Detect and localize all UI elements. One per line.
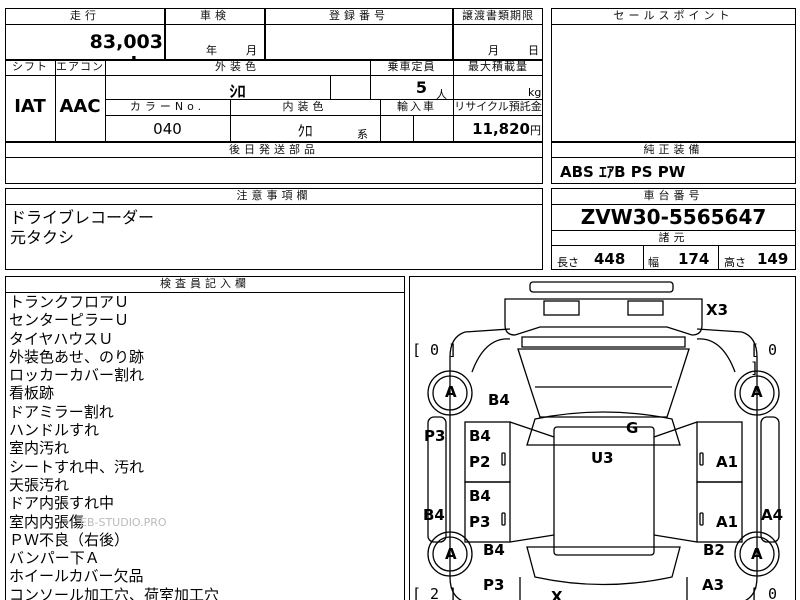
specs-header: 諸元 (658, 231, 689, 244)
width-label: 幅 (648, 256, 659, 269)
exterior-color-value: ｼﾛ (229, 82, 246, 101)
interior-color-suffix: 系 (357, 128, 368, 141)
inspector-line: ロッカーカバー割れ (9, 366, 145, 385)
later-parts-header: 後日発送部品 (229, 143, 319, 156)
inspector-line: シートすれ中、汚れ (9, 457, 145, 476)
damage-label-tire-fr: A (751, 383, 763, 401)
damage-label-p3-rear: P3 (483, 576, 505, 594)
max-load-header: 最大積載量 (468, 60, 528, 73)
car-outline-diagram (427, 281, 780, 600)
genuine-equipment-header: 純正装備 (643, 143, 704, 156)
registration-header: 登録番号 (329, 9, 389, 22)
recycle-header: リサイクル預託金 (454, 100, 542, 113)
interior-color-value: ｸﾛ (297, 122, 313, 140)
inspector-line: コンソール加工穴、荷室加工穴 (9, 585, 220, 600)
inspector-line: 天張汚れ (9, 475, 70, 494)
inspector-line: トランクフロアＵ (9, 293, 130, 311)
length-label: 長さ (557, 256, 579, 269)
transfer-header: 譲渡書類期限 (462, 9, 534, 22)
ac-value: AAC (59, 96, 101, 117)
inspector-line: ドア内張すれ中 (9, 494, 115, 513)
inspector-header: 検査員記入欄 (160, 277, 250, 290)
watermark-text: EB-STUDIO.PRO (80, 516, 167, 529)
height-value: 149 (757, 250, 789, 268)
height-label: 高さ (724, 256, 746, 269)
notes-line: ドライブレコーダー (10, 208, 155, 227)
genuine-equipment-value: ABS ｴｱB PS PW (560, 163, 686, 181)
bracket-right-bottom: [ 0 ] (750, 585, 778, 600)
bracket-left-top: [ 0 ] (412, 341, 458, 359)
chassis-header: 車台番号 (643, 189, 704, 202)
notes-header: 注意事項欄 (236, 189, 312, 202)
inspector-line: タイヤハウスＵ (9, 329, 114, 348)
inspector-line: 室内汚れ (9, 439, 70, 458)
inspector-line: 看板跡 (9, 384, 55, 403)
inspector-line: ハンドルすれ (9, 421, 100, 440)
inspector-line: ドアミラー割れ (9, 402, 114, 421)
shift-value: IAT (14, 96, 46, 117)
shift-header: シフト (12, 60, 48, 73)
damage-label-p3-left: P3 (424, 427, 446, 445)
damage-label-u3-cabin: U3 (591, 449, 614, 467)
damage-label-a1-door-rr: A1 (716, 513, 739, 531)
color-no-header: カラーNo. (129, 100, 206, 113)
damage-label-a3-rear: A3 (702, 576, 725, 594)
damage-label-b4-left-rocker: B4 (423, 506, 445, 524)
recycle-value: 11,820円 (472, 120, 541, 138)
notes-lines: ドライブレコーダー 元タクシ (10, 208, 154, 248)
damage-label-tire-fl: A (445, 383, 457, 401)
inspection-month-label: 月 (246, 44, 257, 57)
inspector-line: センターピラーＵ (9, 311, 130, 330)
bracket-right-top: [ 0 ] (750, 341, 778, 377)
inspector-line: 外装色あせ、のり跡 (9, 347, 145, 366)
exterior-color-header: 外装色 (215, 60, 260, 73)
length-value: 448 (594, 250, 626, 268)
notes-line: 元タクシ (10, 228, 75, 247)
capacity-header: 乗車定員 (387, 60, 436, 73)
sales-point-box (551, 8, 796, 142)
vehicle-diagram-box: X3 A A A A B4 P3 B4 P2 G U3 A1 B4 P3 A1 … (409, 276, 796, 600)
mileage-header: 走行 (70, 9, 100, 22)
inspector-line: ＰＷ不良（右後） (9, 530, 130, 549)
damage-label-b4-door-rl: B4 (469, 487, 491, 505)
damage-label-p2-door-fl: P2 (469, 453, 491, 471)
damage-label-b4-front: B4 (488, 391, 510, 409)
damage-label-g-windshield: G (626, 419, 639, 437)
damage-label-p3-door-rl: P3 (469, 513, 491, 531)
ac-header: エアコン (56, 60, 104, 73)
inspector-line: バンパー下Ａ (9, 549, 100, 568)
damage-label-b4-rear: B4 (483, 541, 505, 559)
damage-label-b4-door-fl: B4 (469, 427, 491, 445)
inspector-lines: トランクフロアＵ センターピラーＵ タイヤハウスＵ 外装色あせ、のり跡 ロッカー… (9, 293, 219, 600)
capacity-value: 5 (415, 78, 427, 97)
inspection-year-label: 年 (206, 44, 217, 57)
inspection-header: 車検 (200, 9, 230, 22)
bracket-left-bottom: [ 2 ] (412, 585, 458, 600)
width-value: 174 (678, 250, 710, 268)
damage-label-tire-rr: A (751, 545, 763, 563)
chassis-value: ZVW30-5565647 (580, 205, 767, 229)
damage-label-a1-door-fr: A1 (716, 453, 739, 471)
max-load-unit: kg (528, 86, 542, 99)
damage-label-x3: X3 (706, 301, 729, 319)
damage-label-tire-rl: A (445, 545, 457, 563)
damage-label-a4-right: A4 (761, 506, 784, 524)
color-no-value: 040 (153, 120, 182, 138)
interior-color-header: 内装色 (282, 100, 328, 113)
sales-point-header: セールスポイント (613, 9, 734, 22)
damage-label-b2-rear: B2 (703, 541, 725, 559)
import-header: 輸入車 (397, 100, 436, 113)
transfer-month-label: 月 (488, 44, 499, 57)
inspector-line: ホイールカバー欠品 (9, 567, 144, 586)
transfer-day-label: 日 (528, 44, 539, 57)
damage-label-x-rear: X (551, 588, 563, 600)
